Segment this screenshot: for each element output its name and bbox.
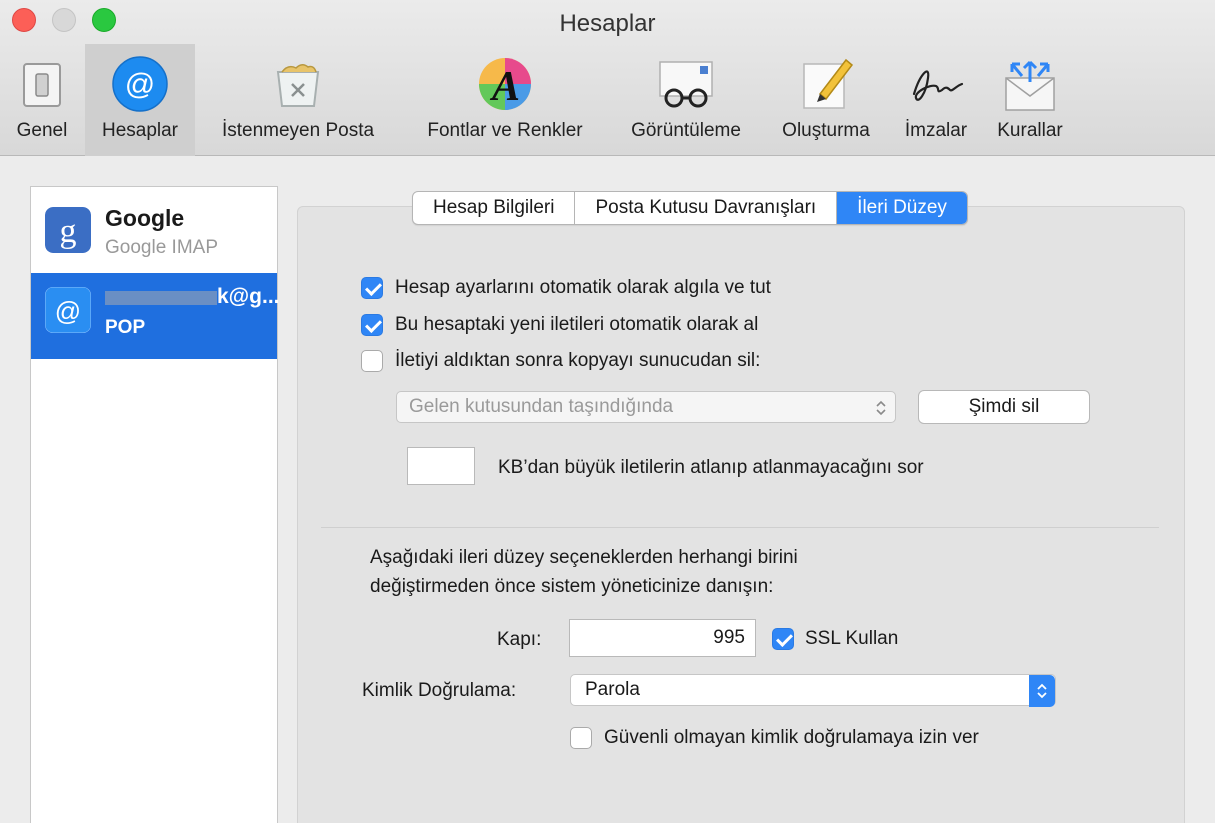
rules-envelope-icon [1005,60,1055,111]
at-sign-icon: @ [112,56,168,112]
redacted-email-bar [105,291,217,305]
at-sign-icon: @ [45,287,91,333]
auth-select[interactable]: Parola [570,674,1056,707]
toolbar-rules[interactable]: Kurallar [985,44,1075,156]
toolbar-label-viewing: Görüntüleme [631,120,741,141]
account-type: Google IMAP [105,237,218,258]
toolbar-junk[interactable]: İstenmeyen Posta [200,44,396,156]
accounts-sidebar: g Google Google IMAP @ k@g... POP [30,186,280,823]
toolbar-signatures[interactable]: İmzalar [890,44,982,156]
advanced-note-line1: Aşağıdaki ileri düzey seçeneklerden herh… [370,547,798,568]
toolbar-label-fonts-colors: Fontlar ve Renkler [427,120,583,141]
auth-select-stepper [1029,675,1055,707]
toolbar-label-composing: Oluşturma [782,120,870,141]
section-divider [321,527,1159,528]
toolbar-label-general: Genel [16,120,68,141]
account-name: Google [105,205,185,231]
account-name: k@g... [217,285,280,308]
tab-mailbox-behaviors[interactable]: Posta Kutusu Davranışları [575,192,838,224]
junk-trash-icon [276,64,320,107]
window-title: Hesaplar [559,10,656,37]
toolbar-label-junk: İstenmeyen Posta [221,120,375,141]
kb-prompt-label: KB’dan büyük iletilerin atlanıp atlanmay… [498,457,924,478]
toolbar-label-rules: Kurallar [997,120,1063,141]
account-type: POP [105,317,146,338]
svg-text:@: @ [125,68,155,101]
general-switch-icon [23,63,61,107]
account-item-pop[interactable]: @ k@g... POP [31,273,280,359]
auth-label: Kimlik Doğrulama: [362,680,517,701]
glasses-icon [659,61,713,108]
auto-fetch-label: Bu hesaptaki yeni iletileri otomatik ola… [395,314,759,335]
window-toolbar: Hesaplar Genel @ Hesaplar İstenmeyen Pos… [0,0,1215,156]
preferences-content: g Google Google IMAP @ k@g... POP Hesap … [0,156,1215,823]
toolbar-general[interactable]: Genel [6,44,78,156]
toolbar-viewing[interactable]: Görüntüleme [614,44,758,156]
svg-text:A: A [489,64,520,110]
delete-now-button[interactable]: Şimdi sil [918,390,1090,424]
toolbar-label-accounts: Hesaplar [101,120,179,141]
tab-advanced[interactable]: İleri Düzey [837,192,967,224]
fonts-colors-icon: A [479,58,531,110]
delete-after-label: İletiyi aldıktan sonra kopyayı sunucudan… [395,350,761,371]
ssl-checkbox[interactable] [772,628,794,650]
stepper-arrows-icon [876,400,886,416]
advanced-note-line2: değiştirmeden önce sistem yöneticinize d… [370,576,774,597]
delete-after-checkbox[interactable] [361,350,383,372]
auto-detect-label: Hesap ayarlarını otomatik olarak algıla … [395,277,771,298]
auth-value: Parola [585,679,640,700]
toolbar-accounts[interactable]: @ Hesaplar [85,44,195,156]
delete-when-value: Gelen kutusundan taşındığında [409,396,674,417]
google-icon: g [45,207,91,253]
toolbar-fonts-colors[interactable]: A Fontlar ve Renkler [405,44,605,156]
kb-size-field[interactable] [407,447,475,485]
insecure-auth-label: Güvenli olmayan kimlik doğrulamaya izin … [604,727,979,748]
pencil-icon [803,58,854,109]
account-item-google[interactable]: g Google Google IMAP [31,187,277,273]
stepper-arrows-icon [1037,683,1047,699]
toolbar-label-signatures: İmzalar [904,120,968,141]
port-label: Kapı: [497,629,542,650]
svg-text:@: @ [55,296,81,326]
port-field[interactable]: 995 [569,619,756,657]
tab-bar: Hesap Bilgileri Posta Kutusu Davranışlar… [412,191,968,225]
signature-icon [912,70,964,101]
ssl-label: SSL Kullan [805,628,899,649]
svg-text:g: g [60,213,77,250]
delete-when-select[interactable]: Gelen kutusundan taşındığında [396,391,896,423]
insecure-auth-checkbox[interactable] [570,727,592,749]
tab-account-info[interactable]: Hesap Bilgileri [413,192,576,224]
auto-fetch-checkbox[interactable] [361,314,383,336]
auto-detect-checkbox[interactable] [361,277,383,299]
toolbar-composing[interactable]: Oluşturma [766,44,886,156]
